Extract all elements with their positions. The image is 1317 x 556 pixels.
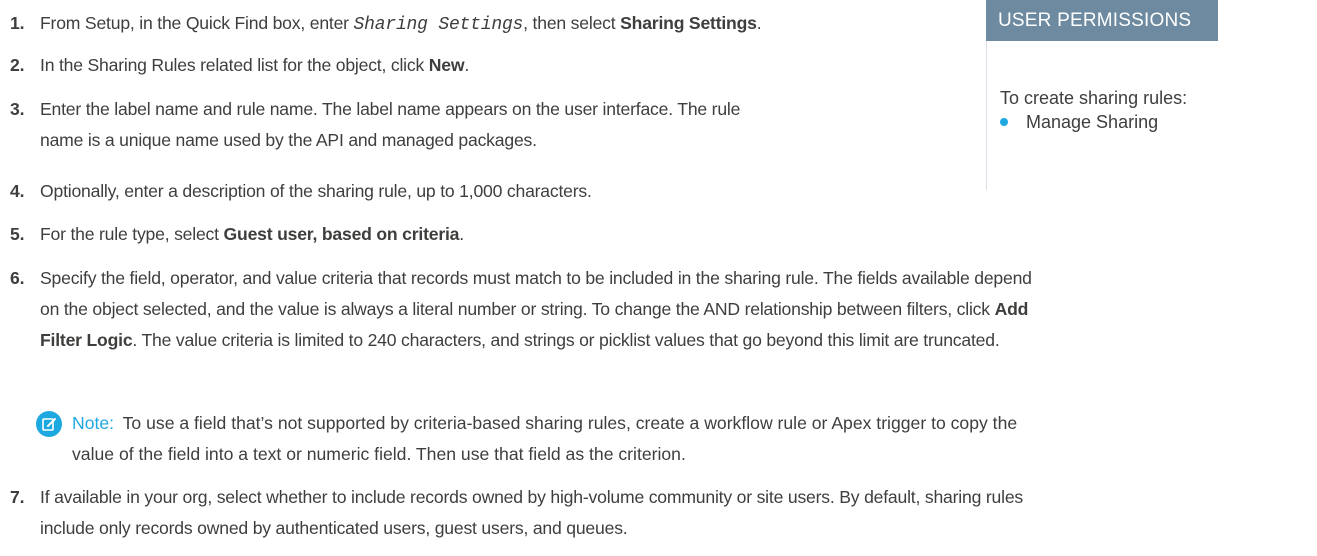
ui-label-add-filter-logic: Filter Logic xyxy=(40,330,133,350)
step-text: Enter the label name and rule name. The … xyxy=(40,94,740,156)
step-text: Optionally, enter a description of the s… xyxy=(40,181,592,201)
step-number: 2. xyxy=(10,55,25,75)
step-text: In the Sharing Rules related list for th… xyxy=(40,50,469,81)
note-edit-icon xyxy=(36,411,62,437)
step-6: 6. Specify the field, operator, and valu… xyxy=(10,263,1032,356)
step-5: 5. For the rule type, select Guest user,… xyxy=(10,219,464,250)
user-permissions-header: USER PERMISSIONS xyxy=(986,0,1218,41)
step-3: 3. Enter the label name and rule name. T… xyxy=(10,94,740,156)
step-text-segment: . xyxy=(459,224,464,244)
step-number: 1. xyxy=(10,13,25,33)
user-permissions-box: USER PERMISSIONS To create sharing rules… xyxy=(986,0,1316,280)
note-label: Note: xyxy=(72,413,115,433)
step-text-segment: , then select xyxy=(523,13,621,33)
step-text-line: If available in your org, select whether… xyxy=(40,487,1024,507)
step-number: 6. xyxy=(10,268,25,288)
ui-label-add-filter-logic: Add xyxy=(994,299,1029,319)
ui-label-sharing-settings: Sharing Settings xyxy=(620,13,757,33)
step-text-line: Specify the field, operator, and value c… xyxy=(40,268,1032,288)
step-text-segment: . xyxy=(756,13,762,33)
divider xyxy=(986,41,987,190)
step-text-line: on the object selected, and the value is… xyxy=(40,299,995,319)
step-text-segment: For the rule type, select xyxy=(40,224,224,244)
bullet-icon xyxy=(1000,118,1008,126)
step-number: 7. xyxy=(10,487,25,507)
step-text: For the rule type, select Guest user, ba… xyxy=(40,219,464,250)
step-text: If available in your org, select whether… xyxy=(40,482,1023,544)
note-content: Note: To use a field that’s not supporte… xyxy=(72,408,1017,470)
step-number: 3. xyxy=(10,99,25,119)
permission-item-label: Manage Sharing xyxy=(1026,112,1159,132)
step-text-line: . The value criteria is limited to 240 c… xyxy=(132,330,1000,350)
note-text: To use a field that’s not supported by c… xyxy=(122,413,1018,433)
ui-label-guest-user: Guest user, based on criteria xyxy=(223,224,460,244)
step-1: 1. From Setup, in the Quick Find box, en… xyxy=(10,8,762,41)
step-number: 5. xyxy=(10,224,25,244)
step-text-segment: . xyxy=(464,55,470,75)
step-4: 4. Optionally, enter a description of th… xyxy=(10,176,592,207)
note-callout: Note: To use a field that’s not supporte… xyxy=(36,408,1311,470)
permission-item: Manage Sharing xyxy=(1000,110,1158,134)
ui-label-new: New xyxy=(428,55,465,75)
step-text: Specify the field, operator, and value c… xyxy=(40,263,1032,356)
step-text: From Setup, in the Quick Find box, enter… xyxy=(40,8,762,41)
step-text-segment: From Setup, in the Quick Find box, enter xyxy=(40,13,354,33)
step-7: 7. If available in your org, select whet… xyxy=(10,482,1023,544)
step-text-segment: In the Sharing Rules related list for th… xyxy=(40,55,429,75)
permission-description: To create sharing rules: xyxy=(1000,88,1188,108)
step-number: 4. xyxy=(10,181,25,201)
setting-name-code: Sharing Settings xyxy=(353,15,524,35)
note-text: value of the field into a text or numeri… xyxy=(72,444,686,464)
step-text-line: include only records owned by authentica… xyxy=(40,518,628,538)
step-2: 2. In the Sharing Rules related list for… xyxy=(10,50,469,81)
step-text-line: Enter the label name and rule name. The … xyxy=(40,99,741,119)
step-text-line: name is a unique name used by the API an… xyxy=(40,130,537,150)
